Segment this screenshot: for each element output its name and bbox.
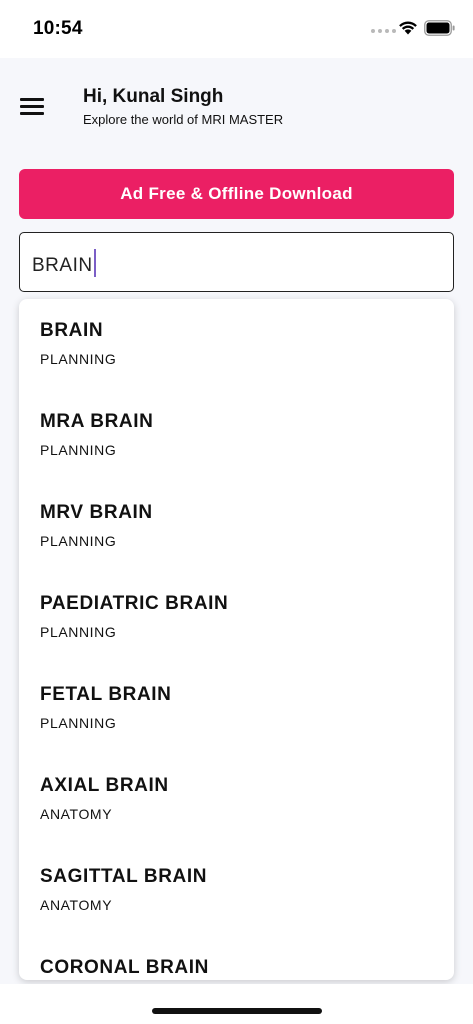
hamburger-menu-icon[interactable]	[20, 98, 44, 116]
home-indicator[interactable]	[152, 1008, 322, 1014]
result-category: PLANNING	[40, 624, 117, 640]
result-category: PLANNING	[40, 533, 117, 549]
search-input[interactable]: BRAIN	[19, 232, 454, 292]
result-category: ANATOMY	[40, 897, 113, 913]
signal-dots-icon	[371, 29, 396, 33]
result-item[interactable]: PAEDIATRIC BRAIN PLANNING	[19, 572, 454, 663]
search-results-dropdown: BRAIN PLANNING MRA BRAIN PLANNING MRV BR…	[19, 299, 454, 980]
result-title: CORONAL BRAIN	[40, 957, 209, 978]
result-title: FETAL BRAIN	[40, 684, 172, 705]
home-indicator-area	[0, 984, 473, 1024]
status-bar: 10:54	[0, 0, 473, 58]
result-item[interactable]: BRAIN PLANNING	[19, 299, 454, 390]
search-input-value: BRAIN	[32, 249, 96, 277]
text-caret	[93, 249, 96, 277]
greeting-subtitle: Explore the world of MRI MASTER	[83, 112, 284, 127]
result-title: BRAIN	[40, 320, 104, 341]
wifi-icon	[399, 21, 417, 35]
result-category: PLANNING	[40, 715, 117, 731]
result-title: SAGITTAL BRAIN	[40, 866, 208, 887]
result-title: MRA BRAIN	[40, 411, 154, 432]
search-text: BRAIN	[32, 255, 93, 276]
status-time: 10:54	[33, 18, 83, 39]
greeting-title: Hi, Kunal Singh	[83, 86, 224, 107]
result-title: PAEDIATRIC BRAIN	[40, 593, 229, 614]
result-title: AXIAL BRAIN	[40, 775, 169, 796]
result-item[interactable]: CORONAL BRAIN	[19, 936, 454, 980]
result-item[interactable]: FETAL BRAIN PLANNING	[19, 663, 454, 754]
result-item[interactable]: MRA BRAIN PLANNING	[19, 390, 454, 481]
result-category: PLANNING	[40, 351, 117, 367]
ad-free-download-button[interactable]: Ad Free & Offline Download	[19, 169, 454, 219]
battery-icon	[424, 20, 455, 36]
result-category: PLANNING	[40, 442, 117, 458]
result-item[interactable]: MRV BRAIN PLANNING	[19, 481, 454, 572]
app-header: Hi, Kunal Singh Explore the world of MRI…	[0, 58, 473, 156]
result-item[interactable]: AXIAL BRAIN ANATOMY	[19, 754, 454, 845]
result-title: MRV BRAIN	[40, 502, 153, 523]
result-category: ANATOMY	[40, 806, 113, 822]
result-item[interactable]: SAGITTAL BRAIN ANATOMY	[19, 845, 454, 936]
